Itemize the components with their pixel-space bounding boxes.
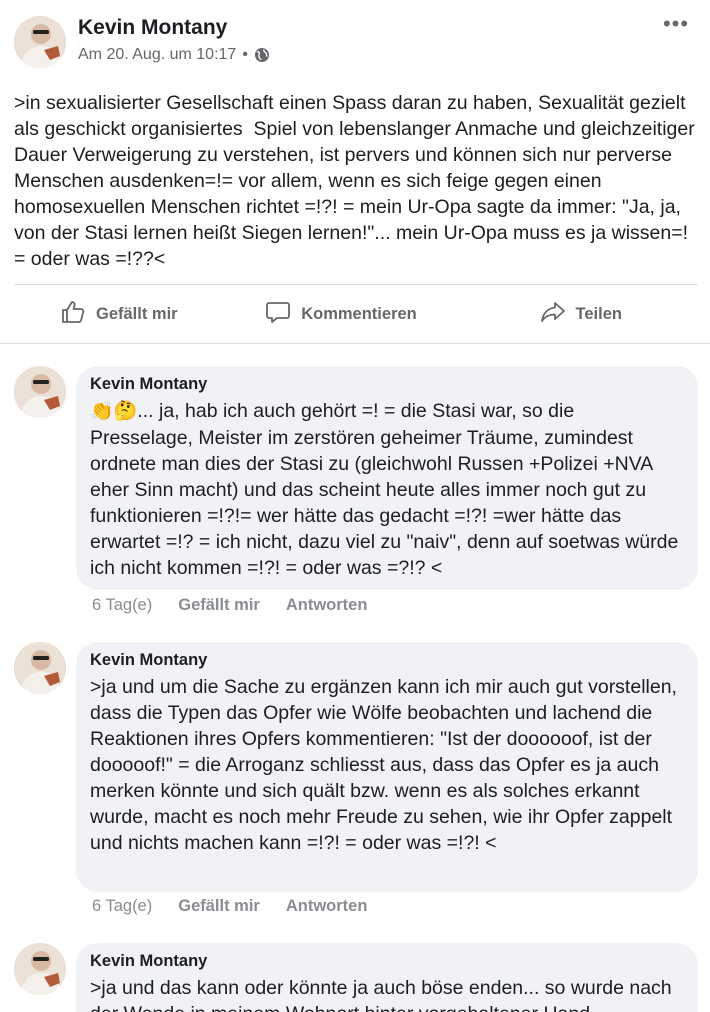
comment-bubble-icon: [265, 299, 291, 330]
comment-label: Kommentieren: [301, 304, 417, 323]
commenter-avatar[interactable]: [14, 943, 66, 995]
comment-text: >ja und das kann oder könnte ja auch bös…: [90, 977, 672, 1012]
comment-author-name[interactable]: Kevin Montany: [90, 375, 682, 394]
post-timestamp[interactable]: Am 20. Aug. um 10:17: [78, 46, 236, 64]
like-label: Gefällt mir: [96, 304, 178, 323]
post-text: >in sexualisierter Gesellschaft einen Sp…: [14, 92, 701, 270]
share-arrow-icon: [540, 299, 566, 330]
post-header: Kevin Montany Am 20. Aug. um 10:17 • •••: [14, 13, 696, 74]
share-button[interactable]: Teilen: [435, 285, 698, 343]
comment-bubble: Kevin Montany 👏🤔... ja, hab ich auch geh…: [76, 366, 698, 590]
post-meta: Am 20. Aug. um 10:17 •: [78, 46, 270, 64]
comment-actions: 6 Tag(e) Gefällt mir Antworten: [92, 897, 367, 916]
comment-bubble: Kevin Montany >ja und das kann oder könn…: [76, 943, 698, 1012]
comment-text: 👏🤔... ja, hab ich auch gehört =! = die S…: [90, 398, 682, 581]
comment-reply-button[interactable]: Antworten: [286, 897, 368, 916]
clapping-thinking-emoji: 👏🤔: [90, 401, 138, 422]
comment-author-name[interactable]: Kevin Montany: [90, 651, 682, 670]
share-label: Teilen: [575, 304, 622, 323]
more-options-icon[interactable]: •••: [662, 13, 690, 38]
meta-separator: •: [242, 46, 248, 63]
post-action-bar: Gefällt mir Kommentieren Teilen: [14, 285, 698, 343]
thumbs-up-icon: [60, 299, 86, 330]
comment-text: >ja und um die Sache zu ergänzen kann ic…: [90, 676, 683, 854]
commenter-avatar[interactable]: [14, 366, 66, 418]
comment-actions: 6 Tag(e) Gefällt mir Antworten: [92, 596, 367, 615]
comment-like-button[interactable]: Gefällt mir: [178, 897, 260, 916]
facebook-post-page: Kevin Montany Am 20. Aug. um 10:17 • •••…: [0, 0, 710, 1012]
author-avatar[interactable]: [14, 16, 66, 68]
like-button[interactable]: Gefällt mir: [14, 285, 247, 343]
globe-icon: [254, 47, 270, 63]
comment-bubble: Kevin Montany >ja und um die Sache zu er…: [76, 642, 698, 892]
comment-reply-button[interactable]: Antworten: [286, 596, 368, 615]
comment-time[interactable]: 6 Tag(e): [92, 897, 152, 916]
comment-time[interactable]: 6 Tag(e): [92, 596, 152, 615]
commenter-avatar[interactable]: [14, 642, 66, 694]
comment-button[interactable]: Kommentieren: [247, 285, 434, 343]
comment-author-name[interactable]: Kevin Montany: [90, 952, 682, 971]
post-author-name[interactable]: Kevin Montany: [78, 16, 227, 40]
action-bar-divider-bottom: [0, 343, 710, 344]
comment-text-body: ... ja, hab ich auch gehört =! = die Sta…: [90, 400, 684, 579]
comment-like-button[interactable]: Gefällt mir: [178, 596, 260, 615]
